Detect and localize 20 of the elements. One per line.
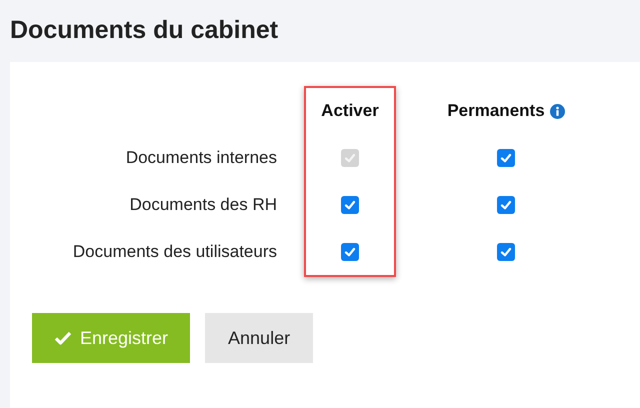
checkmark-icon	[344, 198, 356, 210]
checkbox[interactable]	[341, 196, 359, 214]
checkmark-icon	[500, 198, 512, 210]
checkbox[interactable]	[497, 196, 515, 214]
check-icon	[54, 331, 72, 345]
info-icon[interactable]	[550, 104, 565, 118]
checkmark-icon	[500, 246, 512, 258]
column-header: Permanents	[447, 100, 545, 122]
page-title: Documents du cabinet	[10, 15, 278, 46]
row-label: Documents des utilisateurs	[72, 240, 277, 263]
checkmark-icon	[344, 246, 356, 258]
row-label: Documents des RH	[130, 194, 277, 216]
checkbox[interactable]	[497, 148, 515, 166]
checkmark-icon	[344, 152, 356, 164]
column-header: Activer	[321, 100, 379, 122]
checkbox[interactable]	[341, 242, 359, 260]
checkbox[interactable]	[497, 242, 515, 260]
row-label: Documents internes	[126, 146, 277, 169]
cancel-button[interactable]: Annuler	[205, 313, 314, 363]
checkmark-icon	[500, 152, 512, 164]
